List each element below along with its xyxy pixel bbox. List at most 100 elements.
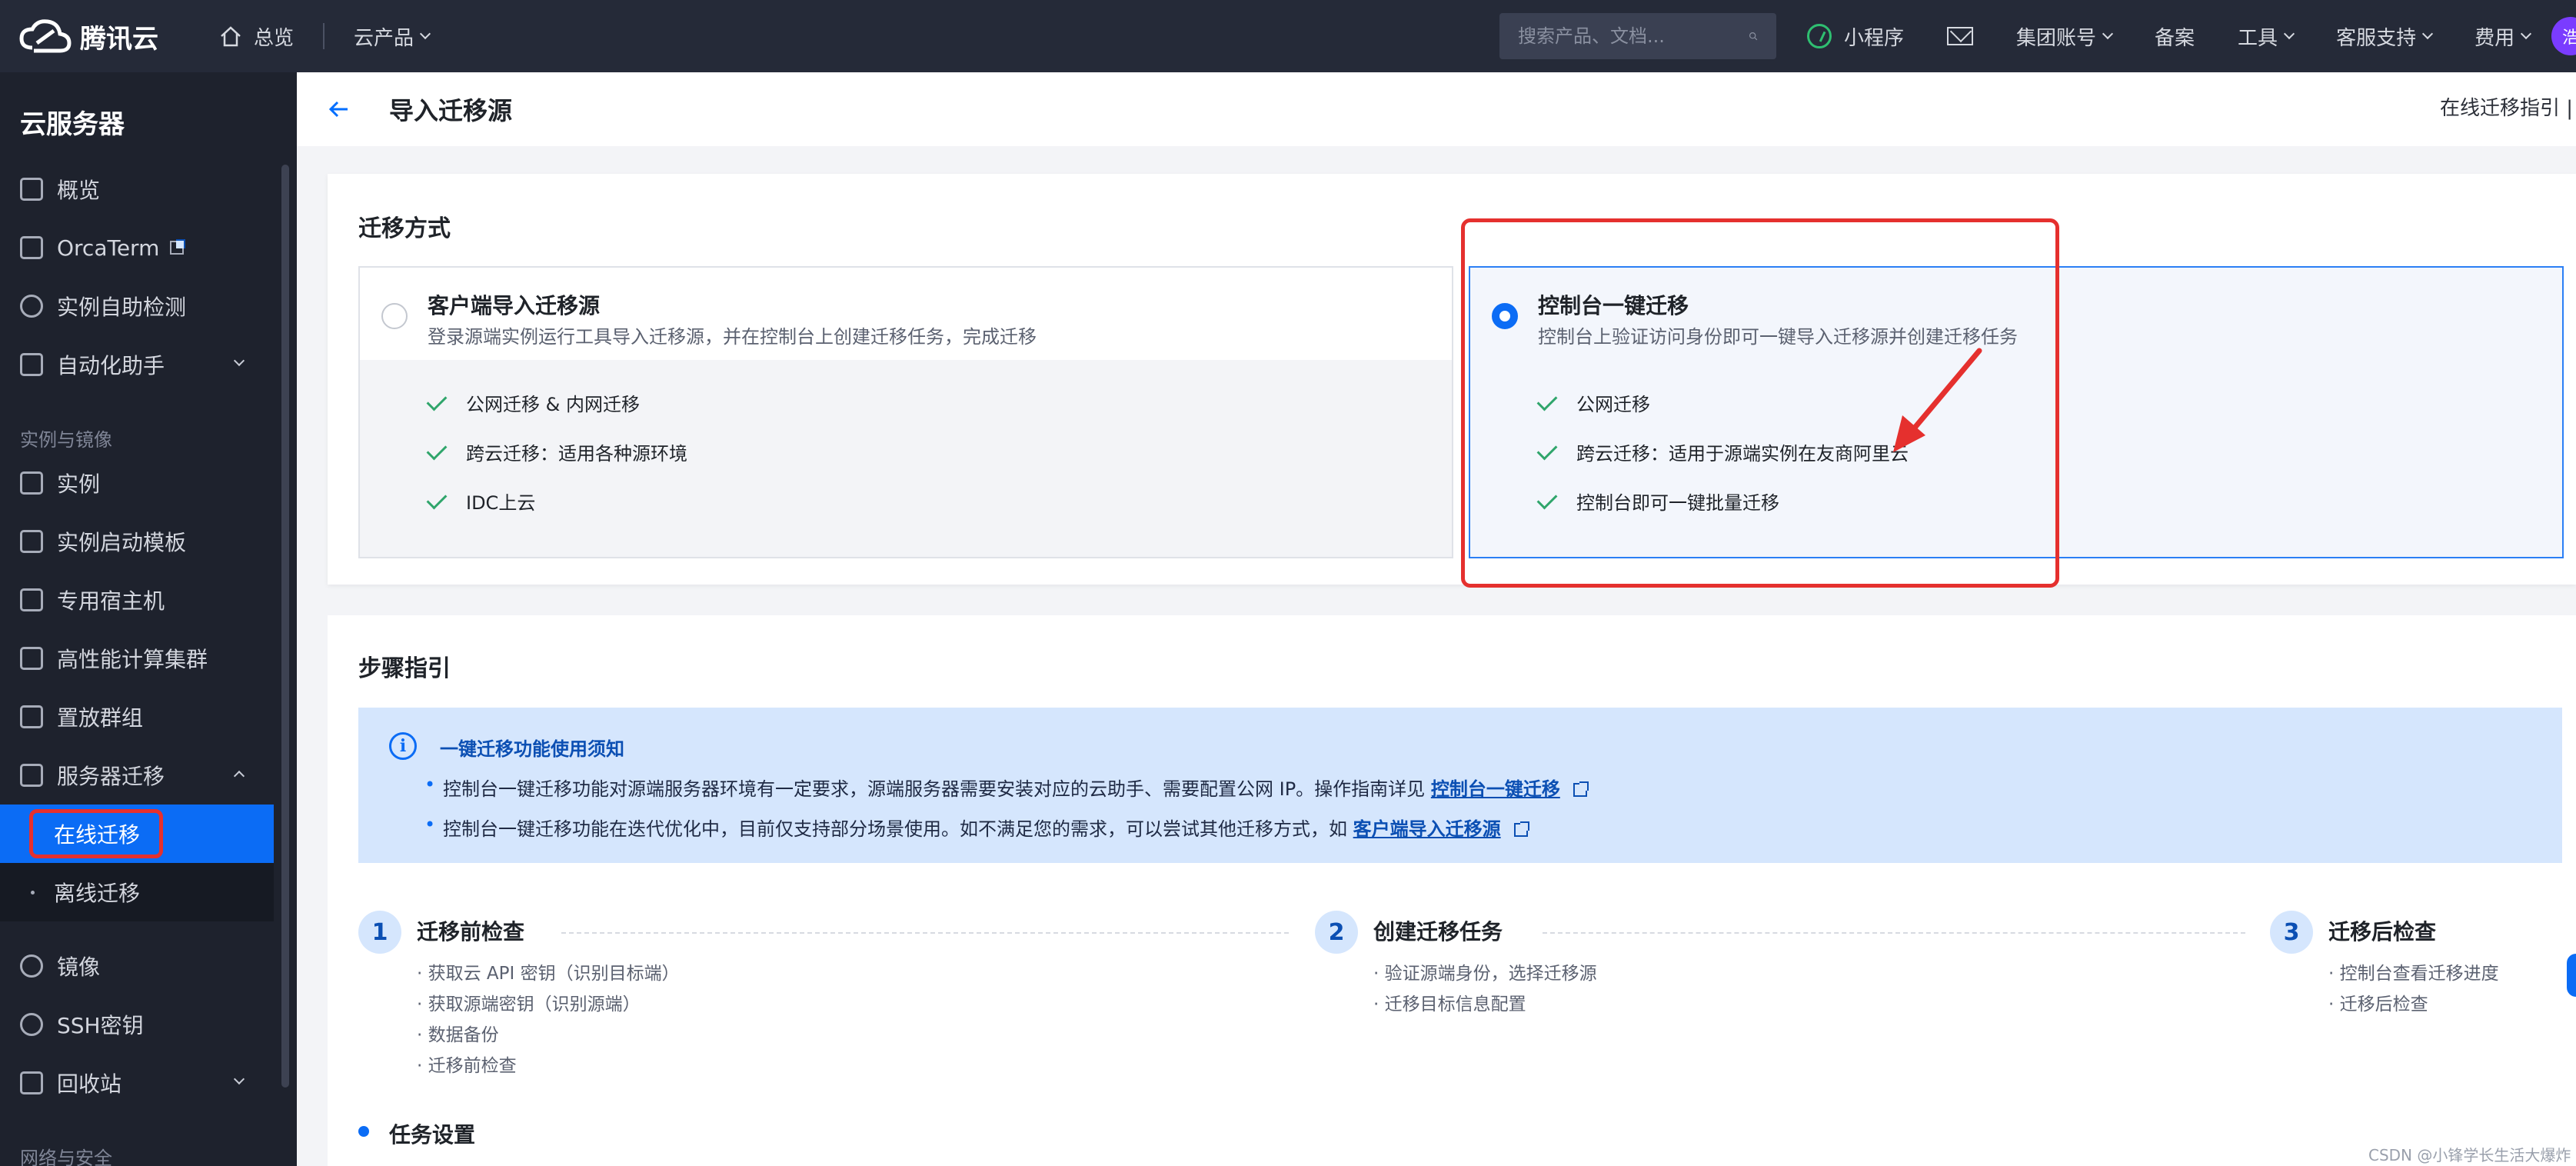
sidebar-item-offline-migration[interactable]: 离线迁移	[0, 863, 274, 921]
nav-cloud-products[interactable]: 云产品	[354, 22, 431, 51]
nav-support[interactable]: 客服支持	[2336, 22, 2434, 51]
floating-help-button[interactable]	[2567, 954, 2576, 997]
step-item: · 获取云 API 密钥（识别目标端）	[417, 964, 680, 984]
notice-banner: i 一键迁移功能使用须知 控制台一键迁移功能对源端服务器环境有一定要求，源端服务…	[358, 708, 2562, 863]
chevron-up-icon	[233, 770, 245, 782]
notice-line: 控制台一键迁移功能对源端服务器环境有一定要求，源端服务器需要安装对应的云助手、需…	[424, 774, 1589, 801]
nav-tools[interactable]: 工具	[2238, 22, 2295, 51]
top-navbar: 腾讯云 总览 云产品 小程序 集团账号 备案 工具 客服支持	[0, 0, 2576, 72]
nav-mail[interactable]	[1947, 27, 1974, 45]
sidebar-item-label: 置放群组	[57, 705, 144, 731]
sidebar-item-selfcheck[interactable]: 实例自助检测	[0, 277, 274, 335]
step-title: 迁移前检查	[417, 919, 525, 944]
bullet-icon	[31, 891, 35, 894]
sidebar-item-label: 回收站	[57, 1071, 122, 1097]
sidebar-item-label: 实例自助检测	[57, 295, 187, 320]
sidebar-item-recycle-bin[interactable]: 回收站	[0, 1054, 274, 1112]
sidebar-item-images[interactable]: 镜像	[0, 937, 274, 995]
sidebar-item-label: 专用宿主机	[57, 588, 165, 614]
template-icon	[20, 530, 43, 553]
brand-name: 腾讯云	[80, 23, 158, 55]
step-connector	[561, 932, 1289, 934]
sidebar-item-migration[interactable]: 服务器迁移	[0, 746, 274, 805]
sidebar-item-templates[interactable]: 实例启动模板	[0, 512, 274, 571]
brand-logo[interactable]: 腾讯云	[18, 17, 165, 55]
feature-label: IDC上云	[466, 492, 536, 514]
chevron-down-icon	[419, 28, 431, 40]
page-header: 导入迁移源 在线迁移指引 |	[297, 72, 2576, 146]
sidebar-item-label: 自动化助手	[57, 353, 165, 378]
option-client-import[interactable]: 客户端导入迁移源 登录源端实例运行工具导入迁移源，并在控制台上创建迁移任务，完成…	[358, 266, 1453, 558]
trash-icon	[20, 1071, 43, 1094]
sidebar-scrollbar[interactable]	[281, 165, 289, 1088]
external-link-icon[interactable]	[1514, 821, 1530, 837]
step-number: 1	[358, 911, 401, 954]
option-header: 客户端导入迁移源 登录源端实例运行工具导入迁移源，并在控制台上创建迁移任务，完成…	[360, 268, 1452, 360]
nav-filing-label: 备案	[2155, 26, 2195, 50]
step-number: 3	[2270, 911, 2313, 954]
sidebar-item-label: 离线迁移	[54, 881, 141, 906]
chevron-down-icon	[2521, 28, 2532, 40]
topbar-right-menu: 小程序 集团账号 备案 工具 客服支持 费用	[1807, 0, 2573, 72]
step-title: 创建迁移任务	[1373, 919, 1503, 944]
step-connector	[1543, 932, 2245, 934]
sidebar-item-ssh-keys[interactable]: SSH密钥	[0, 995, 274, 1054]
sidebar-item-orcaterm[interactable]: OrcaTerm	[0, 218, 274, 277]
client-import-link[interactable]: 客户端导入迁移源	[1353, 818, 1501, 840]
nav-divider	[323, 23, 325, 49]
global-search[interactable]	[1499, 13, 1776, 59]
radio-button[interactable]	[381, 303, 408, 329]
nav-billing[interactable]: 费用	[2474, 22, 2532, 51]
nav-overview-label: 总览	[254, 26, 295, 50]
feature-label: 公网迁移 & 内网迁移	[466, 394, 640, 415]
nav-filing[interactable]: 备案	[2155, 22, 2195, 51]
terminal-icon	[20, 236, 43, 259]
step-item: · 验证源端身份，选择迁移源	[1373, 964, 1597, 984]
step-number: 2	[1315, 911, 1358, 954]
timeline-dot	[358, 1126, 369, 1137]
notice-line: 控制台一键迁移功能在迭代优化中，目前仅支持部分场景使用。如不满足您的需求，可以尝…	[424, 814, 1530, 841]
hexagon-icon	[20, 705, 43, 728]
key-icon	[20, 1013, 43, 1036]
step-item: · 迁移前检查	[417, 1056, 517, 1076]
info-icon: i	[389, 732, 417, 760]
cluster-icon	[20, 647, 43, 670]
robot-icon	[20, 353, 43, 376]
disc-icon	[20, 954, 43, 978]
check-icon	[426, 390, 448, 411]
sidebar-item-automation[interactable]: 自动化助手	[0, 335, 274, 394]
sidebar-item-hpc[interactable]: 高性能计算集群	[0, 629, 274, 688]
nav-tools-label: 工具	[2238, 26, 2278, 50]
option-description: 登录源端实例运行工具导入迁移源，并在控制台上创建迁移任务，完成迁移	[428, 326, 1037, 348]
chevron-down-icon	[2422, 28, 2434, 40]
search-input[interactable]	[1518, 25, 1749, 47]
search-icon[interactable]	[1749, 25, 1758, 48]
feature-label: 跨云迁移：适用各种源环境	[466, 443, 687, 465]
steps-guide-card: 步骤指引 i 一键迁移功能使用须知 控制台一键迁移功能对源端服务器环境有一定要求…	[328, 615, 2576, 1166]
feature-item: 公网迁移 & 内网迁移	[426, 389, 640, 416]
grid-icon	[20, 178, 43, 201]
sidebar-item-instances[interactable]: 实例	[0, 454, 274, 512]
back-arrow-icon[interactable]	[328, 98, 351, 121]
external-link-icon[interactable]	[1573, 781, 1589, 797]
nav-miniprogram[interactable]: 小程序	[1807, 22, 1904, 51]
option-title: 客户端导入迁移源	[428, 293, 601, 318]
page-title: 导入迁移源	[389, 96, 513, 125]
sidebar-item-overview[interactable]: 概览	[0, 160, 274, 218]
sidebar: 云服务器 概览 OrcaTerm 实例自助检测 自动化助手 实例与镜像 实例 实…	[0, 72, 297, 1166]
miniprogram-icon	[1807, 24, 1832, 48]
sidebar-item-dedicated-host[interactable]: 专用宿主机	[0, 571, 274, 629]
step-item: · 迁移后检查	[2328, 994, 2428, 1014]
migration-method-card: 迁移方式 客户端导入迁移源 登录源端实例运行工具导入迁移源，并在控制台上创建迁移…	[328, 174, 2576, 585]
gauge-icon	[20, 295, 43, 318]
sidebar-item-placement[interactable]: 置放群组	[0, 688, 274, 746]
external-link-icon	[170, 239, 186, 255]
migration-icon	[20, 764, 43, 787]
nav-overview[interactable]: 总览	[218, 22, 294, 51]
home-icon	[221, 26, 241, 47]
step-title: 迁移后检查	[2328, 919, 2437, 944]
console-migration-link[interactable]: 控制台一键迁移	[1431, 778, 1560, 800]
nav-group-account[interactable]: 集团账号	[2016, 22, 2114, 51]
migration-guide-link[interactable]: 在线迁移指引 |	[2440, 92, 2573, 121]
nav-support-label: 客服支持	[2336, 26, 2417, 50]
